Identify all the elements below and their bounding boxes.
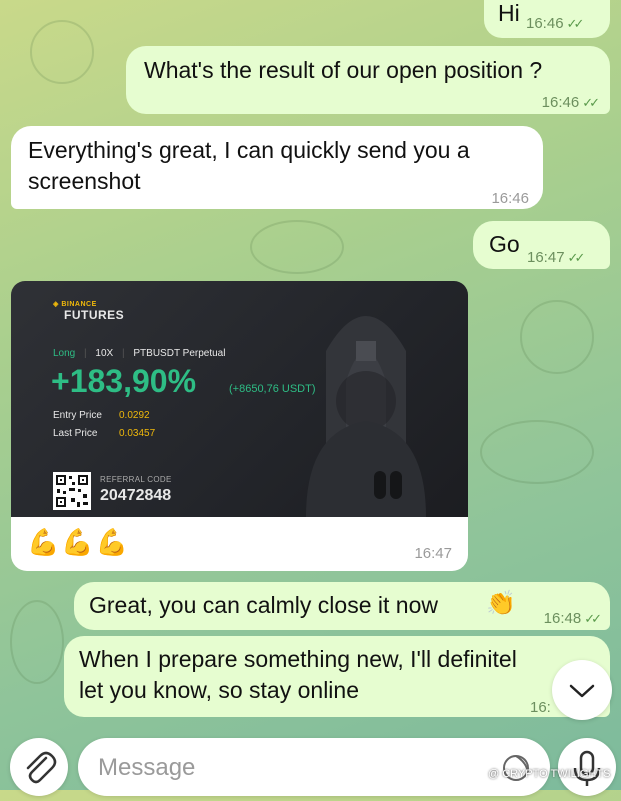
message-text: Go xyxy=(489,231,520,257)
wallpaper-doodle xyxy=(480,420,594,484)
message-text: Everything's great, I can quickly send y… xyxy=(28,137,470,163)
message-time: 16:47 xyxy=(527,249,565,266)
wallpaper-doodle xyxy=(250,220,344,274)
pnl-value: (+8650,76 USDT) xyxy=(229,383,316,395)
trading-pair: PTBUSDT Perpetual xyxy=(133,348,226,359)
attach-button[interactable] xyxy=(10,738,68,796)
entry-price-value: 0.0292 xyxy=(119,410,150,421)
message-outgoing[interactable]: What's the result of our open position ?… xyxy=(126,46,610,114)
referral-code: 20472848 xyxy=(100,487,172,504)
message-time: 16:46 xyxy=(541,94,580,111)
image-message-footer: 💪💪💪 16:47 xyxy=(11,517,468,571)
referral-label: REFERRAL CODE xyxy=(100,475,172,484)
message-time: 16: xyxy=(530,699,551,716)
message-time: 16:48 xyxy=(543,610,582,627)
double-check-icon: ✓✓ xyxy=(584,611,602,626)
chevron-down-icon xyxy=(569,684,595,698)
brand-bottom: FUTURES xyxy=(64,308,125,322)
message-text: When I prepare something new, I'll defin… xyxy=(79,646,517,672)
attach-icon xyxy=(26,751,57,784)
message-incoming[interactable]: Everything's great, I can quickly send y… xyxy=(11,126,543,209)
message-time: 16:47 xyxy=(414,545,452,562)
double-check-icon: ✓✓ xyxy=(582,95,600,110)
message-placeholder: Message xyxy=(98,754,196,781)
rocket-illustration xyxy=(306,316,426,517)
mic-icon xyxy=(573,750,601,786)
message-outgoing[interactable]: Go 16:47 ✓✓ xyxy=(473,221,610,269)
binance-futures-screenshot[interactable]: ◈ BINANCE FUTURES Long | 10X | PTBUSDT P… xyxy=(11,281,468,517)
voice-record-button[interactable] xyxy=(558,738,616,796)
wallpaper-doodle xyxy=(520,300,594,374)
watermark: @ CRYPTO TWILIGHTS xyxy=(488,768,611,780)
message-text: screenshot xyxy=(28,168,141,194)
message-outgoing[interactable]: Hi 16:46 ✓✓ xyxy=(484,0,610,38)
message-time: 16:46 xyxy=(491,190,529,207)
double-check-icon: ✓✓ xyxy=(567,250,586,265)
message-text: What's the result of our open position ? xyxy=(144,57,543,83)
last-price-label: Last Price xyxy=(53,428,98,439)
entry-price-label: Entry Price xyxy=(53,410,102,421)
message-time: 16:46 xyxy=(526,15,564,32)
clapping-hands-emoji: 👏 xyxy=(486,590,516,617)
position-side: Long xyxy=(53,348,76,359)
message-composer: Message @ CRYPTO TWILIGHTS xyxy=(0,730,621,796)
message-outgoing[interactable]: Great, you can calmly close it now 👏 16:… xyxy=(74,582,610,630)
scroll-down-button[interactable] xyxy=(552,660,612,720)
flexed-biceps-emojis: 💪💪💪 xyxy=(27,527,131,557)
binance-logo-icon: ◈ xyxy=(53,301,59,308)
brand-top: BINANCE xyxy=(61,301,97,308)
leverage: 10X xyxy=(95,348,114,359)
message-outgoing[interactable]: When I prepare something new, I'll defin… xyxy=(64,636,610,717)
last-price-value: 0.03457 xyxy=(119,428,156,439)
double-check-icon: ✓✓ xyxy=(566,16,585,31)
wallpaper-doodle xyxy=(30,20,94,84)
roi-value: +183,90% xyxy=(51,363,197,399)
wallpaper-doodle xyxy=(10,600,64,684)
qr-code-icon xyxy=(53,472,91,510)
message-input[interactable]: Message xyxy=(78,738,550,796)
message-text: Great, you can calmly close it now xyxy=(89,592,438,618)
message-text: Hi xyxy=(498,0,520,26)
